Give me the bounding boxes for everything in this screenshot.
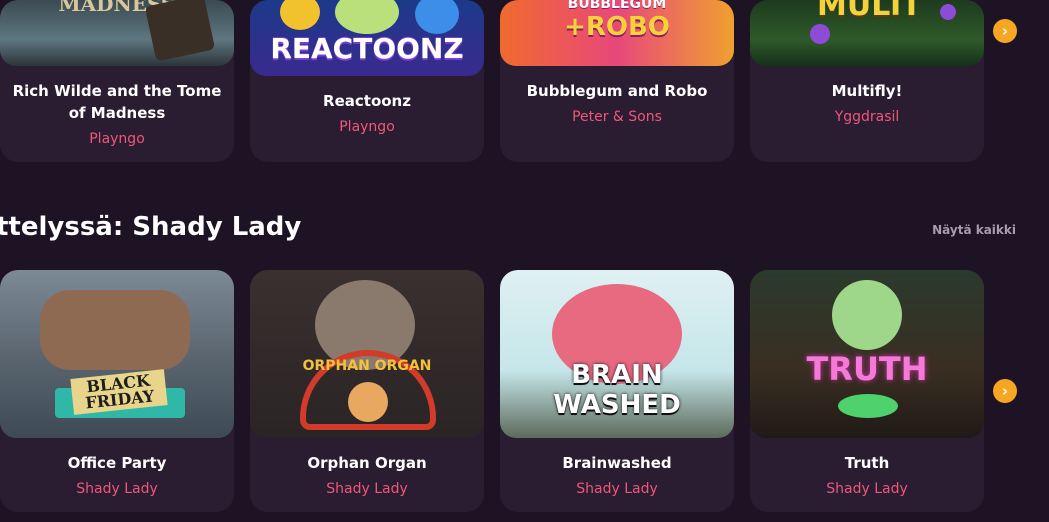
- game-thumbnail[interactable]: ORPHAN ORGAN: [250, 270, 484, 438]
- game-title[interactable]: Orphan Organ: [258, 452, 476, 474]
- game-provider: Shady Lady: [576, 481, 658, 497]
- section-title: ttelyssä: Shady Lady: [0, 212, 302, 242]
- game-art-text: +ROBO: [564, 12, 670, 42]
- game-title[interactable]: Brainwashed: [508, 452, 726, 474]
- game-title[interactable]: Office Party: [8, 452, 226, 474]
- game-card-multifly[interactable]: MULTI Multifly! Yggdrasil: [750, 0, 984, 162]
- game-card-rich-wilde[interactable]: MADNESS Rich Wilde and the Tome of Madne…: [0, 0, 234, 162]
- game-title[interactable]: Truth: [758, 452, 976, 474]
- game-provider: Shady Lady: [826, 481, 908, 497]
- game-thumbnail[interactable]: MADNESS: [0, 0, 234, 66]
- game-thumbnail[interactable]: MULTI: [750, 0, 984, 66]
- game-provider: Yggdrasil: [834, 109, 900, 125]
- game-art-text: ORPHAN ORGAN: [302, 358, 432, 374]
- game-art-text: REACTOONZ: [270, 32, 464, 65]
- game-art-text: BUBBLEGUM: [567, 0, 667, 12]
- game-provider: Peter & Sons: [572, 109, 662, 125]
- chevron-right-icon[interactable]: ›: [993, 379, 1017, 403]
- game-thumbnail[interactable]: REACTOONZ: [250, 0, 484, 76]
- game-provider: Playngo: [89, 131, 145, 147]
- game-thumbnail[interactable]: BUBBLEGUM +ROBO: [500, 0, 734, 66]
- game-title[interactable]: Bubblegum and Robo: [508, 80, 726, 102]
- game-card-truth[interactable]: TRUTH Truth Shady Lady: [750, 270, 984, 512]
- chevron-right-icon[interactable]: ›: [993, 19, 1017, 43]
- game-title[interactable]: Multifly!: [758, 80, 976, 102]
- game-card-office-party[interactable]: BLACK FRIDAY Office Party Shady Lady: [0, 270, 234, 512]
- game-provider: Shady Lady: [326, 481, 408, 497]
- game-thumbnail[interactable]: BLACK FRIDAY: [0, 270, 234, 438]
- game-thumbnail[interactable]: BRAIN WASHED: [500, 270, 734, 438]
- game-art-text: WASHED: [553, 390, 681, 420]
- game-art-text: BRAIN: [571, 360, 663, 390]
- game-card-reactoonz[interactable]: REACTOONZ Reactoonz Playngo: [250, 0, 484, 162]
- game-card-brainwashed[interactable]: BRAIN WASHED Brainwashed Shady Lady: [500, 270, 734, 512]
- game-card-orphan-organ[interactable]: ORPHAN ORGAN Orphan Organ Shady Lady: [250, 270, 484, 512]
- see-all-link[interactable]: Näytä kaikki: [932, 223, 1016, 237]
- game-provider: Playngo: [339, 119, 395, 135]
- game-card-bubblegum-robo[interactable]: BUBBLEGUM +ROBO Bubblegum and Robo Peter…: [500, 0, 734, 162]
- game-provider: Shady Lady: [76, 481, 158, 497]
- game-title[interactable]: Rich Wilde and the Tome of Madness: [8, 80, 226, 124]
- game-art-text: TRUTH: [806, 350, 928, 388]
- game-thumbnail[interactable]: TRUTH: [750, 270, 984, 438]
- game-title[interactable]: Reactoonz: [258, 90, 476, 112]
